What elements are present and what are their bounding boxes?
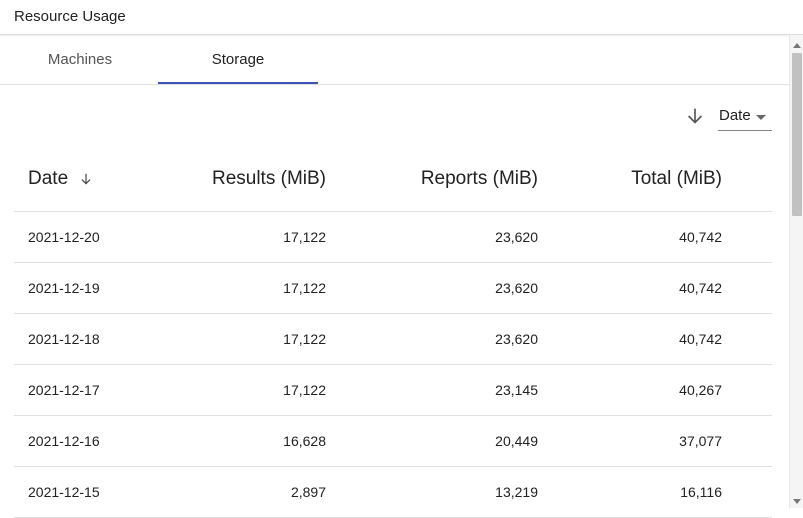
table-row: 2021-12-17 17,122 23,145 40,267 <box>14 365 772 416</box>
column-header-results[interactable]: Results (MiB) <box>212 168 326 190</box>
chevron-down-icon <box>756 115 766 120</box>
cell-date: 2021-12-16 <box>28 433 100 449</box>
cell-reports: 23,620 <box>495 280 538 296</box>
column-header-total[interactable]: Total (MiB) <box>631 168 722 190</box>
sort-field-value: Date <box>719 107 751 124</box>
vertical-scrollbar[interactable] <box>789 35 803 508</box>
cell-reports: 23,620 <box>495 229 538 245</box>
cell-date: 2021-12-17 <box>28 382 100 398</box>
cell-total: 16,116 <box>680 484 722 500</box>
cell-date: 2021-12-15 <box>28 484 100 500</box>
table-row: 2021-12-16 16,628 20,449 37,077 <box>14 416 772 467</box>
scroll-down-icon[interactable] <box>793 499 801 504</box>
cell-reports: 13,219 <box>495 484 538 500</box>
cell-date: 2021-12-20 <box>28 229 100 245</box>
cell-results: 17,122 <box>283 280 326 296</box>
table-row: 2021-12-19 17,122 23,620 40,742 <box>14 263 772 314</box>
cell-results: 2,897 <box>290 484 326 500</box>
sort-field-select[interactable]: Date <box>718 103 772 131</box>
cell-results: 16,628 <box>283 433 326 449</box>
cell-total: 40,742 <box>679 331 722 347</box>
active-tab-indicator <box>158 82 318 84</box>
scroll-up-icon[interactable] <box>793 43 801 48</box>
cell-total: 40,267 <box>679 382 722 398</box>
sort-arrow-down-icon <box>81 173 91 185</box>
cell-results: 17,122 <box>283 382 326 398</box>
cell-reports: 23,620 <box>495 331 538 347</box>
table-row: 2021-12-18 17,122 23,620 40,742 <box>14 314 772 365</box>
arrow-down-icon[interactable] <box>684 105 706 127</box>
column-header-reports[interactable]: Reports (MiB) <box>421 168 538 190</box>
tab-bar: Machines Storage <box>0 35 789 85</box>
title-bar: Resource Usage <box>0 0 803 35</box>
cell-reports: 23,145 <box>495 382 538 398</box>
column-header-date[interactable]: Date <box>28 168 93 190</box>
cell-reports: 20,449 <box>495 433 538 449</box>
table-row: 2021-12-15 2,897 13,219 16,116 <box>14 467 772 518</box>
cell-total: 40,742 <box>679 280 722 296</box>
cell-results: 17,122 <box>283 331 326 347</box>
cell-total: 37,077 <box>679 433 722 449</box>
cell-date: 2021-12-19 <box>28 280 100 296</box>
cell-results: 17,122 <box>283 229 326 245</box>
page-title: Resource Usage <box>14 8 126 25</box>
cell-total: 40,742 <box>679 229 722 245</box>
table-row: 2021-12-20 17,122 23,620 40,742 <box>14 212 772 263</box>
tab-machines[interactable]: Machines <box>0 35 160 84</box>
tab-machines-label: Machines <box>47 51 113 68</box>
table-header: Date Results (MiB) Reports (MiB) Total (… <box>14 150 772 212</box>
cell-date: 2021-12-18 <box>28 331 100 347</box>
scrollbar-thumb[interactable] <box>792 53 802 216</box>
column-header-date-label: Date <box>28 168 69 189</box>
tab-storage-label: Storage <box>211 51 265 68</box>
tab-storage[interactable]: Storage <box>158 35 318 84</box>
storage-table: Date Results (MiB) Reports (MiB) Total (… <box>14 150 772 518</box>
